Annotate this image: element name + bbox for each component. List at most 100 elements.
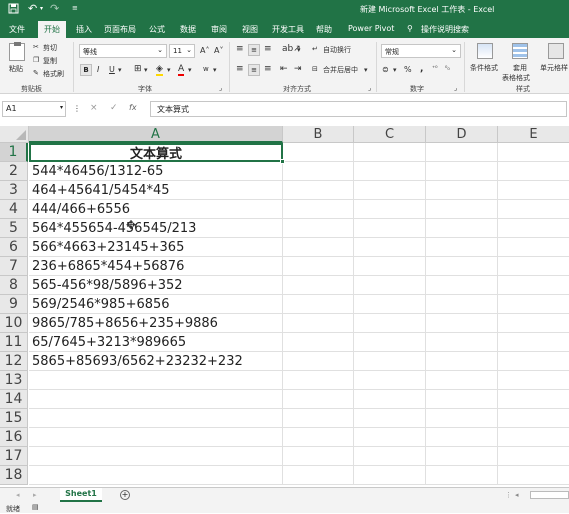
enter-icon[interactable]: ✓ <box>110 103 118 113</box>
cell-d11[interactable] <box>426 333 498 352</box>
cell-c15[interactable] <box>354 409 426 428</box>
cell-b13[interactable] <box>283 371 354 390</box>
cell-b16[interactable] <box>283 428 354 447</box>
horizontal-scrollbar[interactable] <box>530 491 569 499</box>
cell-b11[interactable] <box>283 333 354 352</box>
cell-d13[interactable] <box>426 371 498 390</box>
cell-c7[interactable] <box>354 257 426 276</box>
font-color-dropdown-icon[interactable]: ▾ <box>188 66 192 74</box>
fill-dropdown-icon[interactable]: ▾ <box>167 66 171 74</box>
cell-d16[interactable] <box>426 428 498 447</box>
fill-color-icon[interactable]: ◈ <box>156 64 163 76</box>
align-left-icon[interactable]: ≡ <box>236 64 244 74</box>
cell-b18[interactable] <box>283 466 354 485</box>
tab-data[interactable]: 数据 <box>180 24 196 35</box>
cell-a13[interactable] <box>29 371 283 390</box>
row-header-7[interactable]: 7 <box>0 257 28 276</box>
scroll-left-icon[interactable]: ◂ <box>515 491 519 499</box>
cell-styles-icon[interactable] <box>548 43 564 59</box>
row-header-4[interactable]: 4 <box>0 200 28 219</box>
align-center-icon[interactable]: ≡ <box>248 64 260 76</box>
cell-b6[interactable] <box>283 238 354 257</box>
cell-b2[interactable] <box>283 162 354 181</box>
number-dialog-launcher-icon[interactable]: ⌟ <box>454 84 457 92</box>
cancel-icon[interactable]: × <box>90 103 98 113</box>
column-header-e[interactable]: E <box>498 126 569 143</box>
format-as-table-label[interactable]: 套用 <box>513 63 527 73</box>
cell-d9[interactable] <box>426 295 498 314</box>
wrap-text-icon[interactable]: ↵ <box>312 45 318 53</box>
cell-a6[interactable]: 566*4663+23145+365 <box>29 238 283 257</box>
cell-b3[interactable] <box>283 181 354 200</box>
cell-b10[interactable] <box>283 314 354 333</box>
row-header-16[interactable]: 16 <box>0 428 28 447</box>
underline-button[interactable]: U <box>109 65 115 74</box>
row-header-14[interactable]: 14 <box>0 390 28 409</box>
cell-d5[interactable] <box>426 219 498 238</box>
cell-a15[interactable] <box>29 409 283 428</box>
orientation-dropdown-icon[interactable]: ▾ <box>297 46 301 54</box>
cell-a9[interactable]: 569/2546*985+6856 <box>29 295 283 314</box>
cell-a17[interactable] <box>29 447 283 466</box>
cell-a10[interactable]: 9865/785+8656+235+9886 <box>29 314 283 333</box>
cell-a5[interactable]: 564*455654-456545/213 <box>29 219 283 238</box>
cell-d17[interactable] <box>426 447 498 466</box>
phonetic-dropdown-icon[interactable]: ▾ <box>213 66 217 74</box>
cell-c2[interactable] <box>354 162 426 181</box>
cell-e9[interactable] <box>498 295 569 314</box>
undo-dropdown-icon[interactable]: ▾ <box>40 5 43 12</box>
tab-developer[interactable]: 开发工具 <box>272 24 304 35</box>
cell-b14[interactable] <box>283 390 354 409</box>
cell-e8[interactable] <box>498 276 569 295</box>
cell-a7[interactable]: 236+6865*454+56876 <box>29 257 283 276</box>
cell-a11[interactable]: 65/7645+3213*989665 <box>29 333 283 352</box>
format-painter-button[interactable]: 格式刷 <box>43 69 64 79</box>
undo-icon[interactable]: ↶ <box>28 2 37 15</box>
bold-button[interactable]: B <box>80 64 92 76</box>
customize-icon[interactable]: ≡ <box>72 4 78 12</box>
phonetic-icon[interactable]: w <box>203 65 209 73</box>
decrease-indent-icon[interactable]: ⇤ <box>280 64 288 74</box>
row-header-9[interactable]: 9 <box>0 295 28 314</box>
sheet-tab-sheet1[interactable]: Sheet1 <box>60 488 102 502</box>
cell-d10[interactable] <box>426 314 498 333</box>
cell-e5[interactable] <box>498 219 569 238</box>
font-dialog-launcher-icon[interactable]: ⌟ <box>219 84 222 92</box>
cut-button[interactable]: 剪切 <box>43 43 57 53</box>
cell-d6[interactable] <box>426 238 498 257</box>
cell-c1[interactable] <box>354 143 426 162</box>
cell-e10[interactable] <box>498 314 569 333</box>
align-bottom-icon[interactable]: ≡ <box>264 44 272 54</box>
row-header-6[interactable]: 6 <box>0 238 28 257</box>
cut-icon[interactable]: ✂ <box>33 43 39 51</box>
cell-e18[interactable] <box>498 466 569 485</box>
cell-styles-button[interactable]: 单元格样 <box>540 63 568 73</box>
cell-e4[interactable] <box>498 200 569 219</box>
format-as-table-icon[interactable] <box>512 43 528 59</box>
cell-c16[interactable] <box>354 428 426 447</box>
format-as-table-label-2[interactable]: 表格格式 <box>502 73 530 83</box>
cell-b8[interactable] <box>283 276 354 295</box>
cell-d8[interactable] <box>426 276 498 295</box>
cell-d12[interactable] <box>426 352 498 371</box>
cell-c8[interactable] <box>354 276 426 295</box>
row-header-12[interactable]: 12 <box>0 352 28 371</box>
cell-b1[interactable] <box>283 143 354 162</box>
tab-power-pivot[interactable]: Power Pivot <box>348 24 394 33</box>
cell-c10[interactable] <box>354 314 426 333</box>
tell-me-search[interactable]: 操作说明搜索 <box>421 24 469 35</box>
align-right-icon[interactable]: ≡ <box>264 64 272 74</box>
cell-c5[interactable] <box>354 219 426 238</box>
row-header-13[interactable]: 13 <box>0 371 28 390</box>
cell-a3[interactable]: 464+45641/5454*45 <box>29 181 283 200</box>
cell-e3[interactable] <box>498 181 569 200</box>
cell-a8[interactable]: 565-456*98/5896+352 <box>29 276 283 295</box>
column-header-d[interactable]: D <box>426 126 498 143</box>
cell-c11[interactable] <box>354 333 426 352</box>
comma-button[interactable]: , <box>420 64 423 74</box>
cell-a1[interactable]: 文本算式 <box>29 143 283 162</box>
row-header-17[interactable]: 17 <box>0 447 28 466</box>
cell-c3[interactable] <box>354 181 426 200</box>
cell-d2[interactable] <box>426 162 498 181</box>
cell-e12[interactable] <box>498 352 569 371</box>
